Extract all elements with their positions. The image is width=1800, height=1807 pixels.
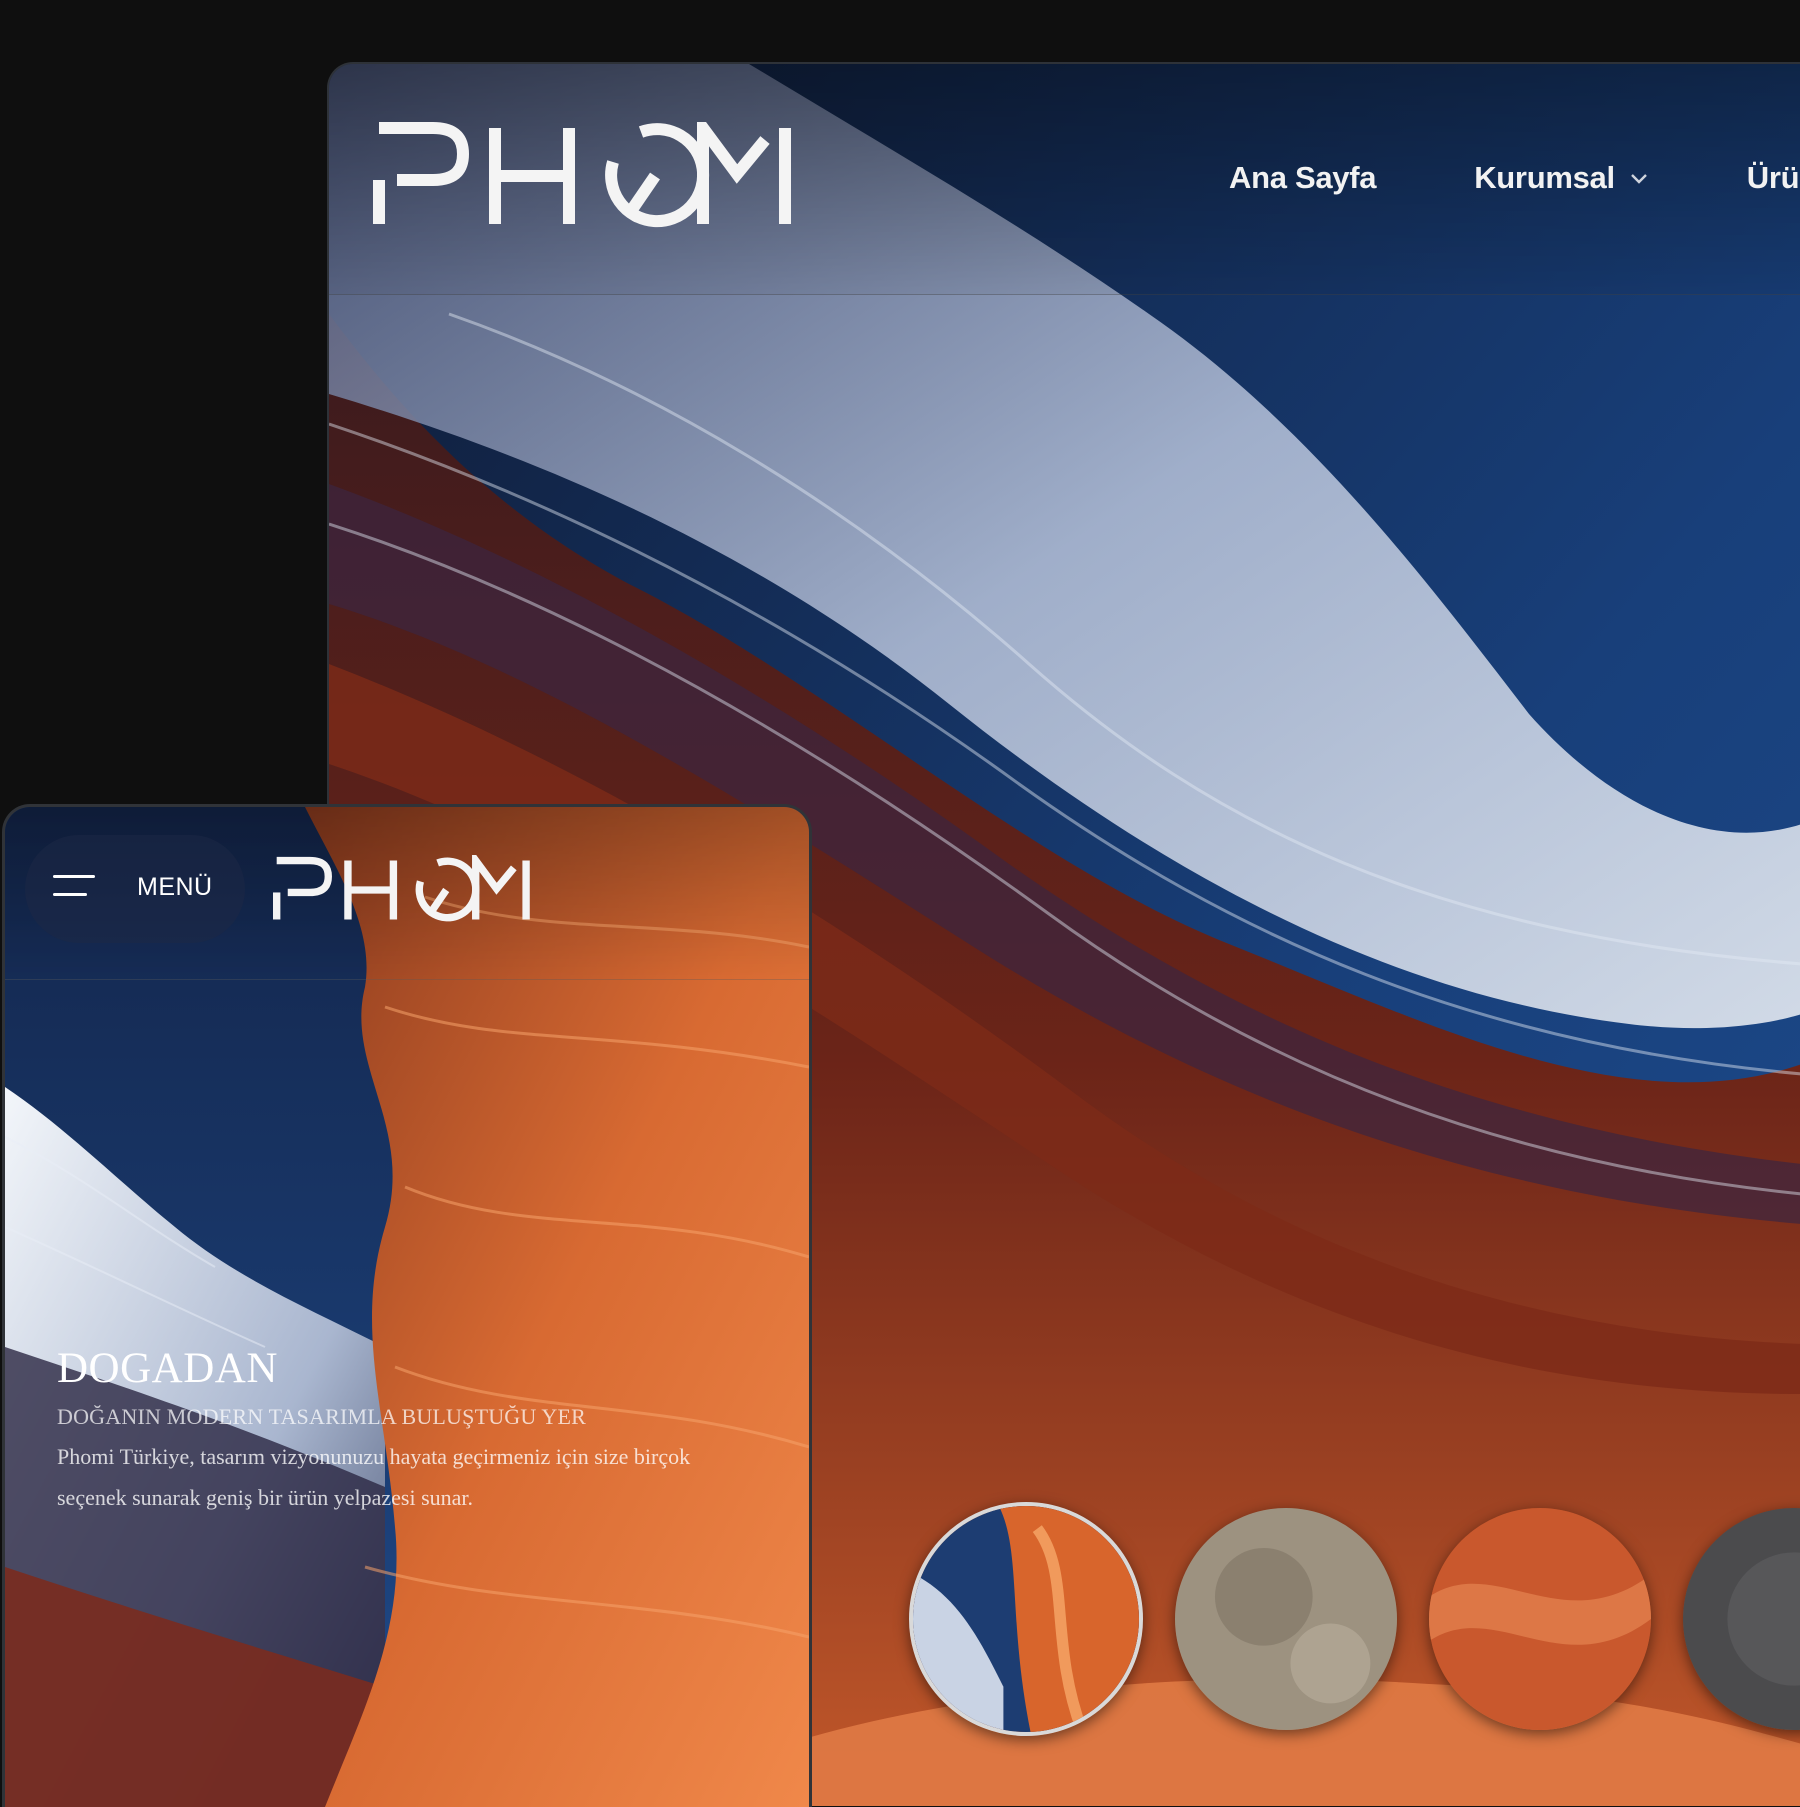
- mobile-header: MENÜ: [5, 807, 809, 980]
- swatch-grey-image: [1683, 1508, 1800, 1730]
- swatch-orange-image: [1429, 1508, 1651, 1730]
- hero-text: DOGADAN DOĞANIN MODERN TASARIMLA BULUŞTU…: [57, 1347, 777, 1518]
- menu-button[interactable]: MENÜ: [25, 835, 245, 943]
- desktop-nav: Ana Sayfa Kurumsal Ürünle: [1229, 160, 1800, 196]
- nav-label: Kurumsal: [1474, 160, 1615, 195]
- hero-description: Phomi Türkiye, tasarım vizyonunuzu hayat…: [57, 1444, 691, 1510]
- nav-label: Ürünle: [1746, 160, 1800, 195]
- desktop-header: Ana Sayfa Kurumsal Ürünle: [329, 64, 1800, 295]
- swatch-beige-stone[interactable]: [1175, 1508, 1397, 1730]
- hero-subtitle: DOĞANIN MODERN TASARIMLA BULUŞTUĞU YER: [57, 1404, 586, 1429]
- phomi-logo[interactable]: [373, 122, 793, 230]
- swatch-canyon-image: [913, 1506, 1139, 1732]
- nav-item-ana-sayfa[interactable]: Ana Sayfa: [1229, 160, 1377, 196]
- swatch-canyon[interactable]: [909, 1502, 1143, 1736]
- material-swatches: [909, 1502, 1800, 1736]
- hero-title: DOGADAN: [57, 1345, 278, 1392]
- swatch-beige-image: [1175, 1508, 1397, 1730]
- swatch-grey-stone[interactable]: [1683, 1508, 1800, 1730]
- phomi-logo[interactable]: [273, 855, 531, 925]
- nav-item-urunler[interactable]: Ürünle: [1747, 160, 1800, 196]
- swatch-orange-sandstone[interactable]: [1429, 1508, 1651, 1730]
- mobile-frame: MENÜ DOGADAN DOĞANIN MODERN TASARIMLA BU…: [2, 804, 812, 1807]
- menu-label: MENÜ: [137, 873, 213, 901]
- nav-label: Ana Sayfa: [1229, 160, 1377, 195]
- hamburger-icon: [53, 875, 95, 901]
- chevron-down-icon: [1630, 174, 1647, 184]
- nav-item-kurumsal[interactable]: Kurumsal: [1474, 160, 1649, 196]
